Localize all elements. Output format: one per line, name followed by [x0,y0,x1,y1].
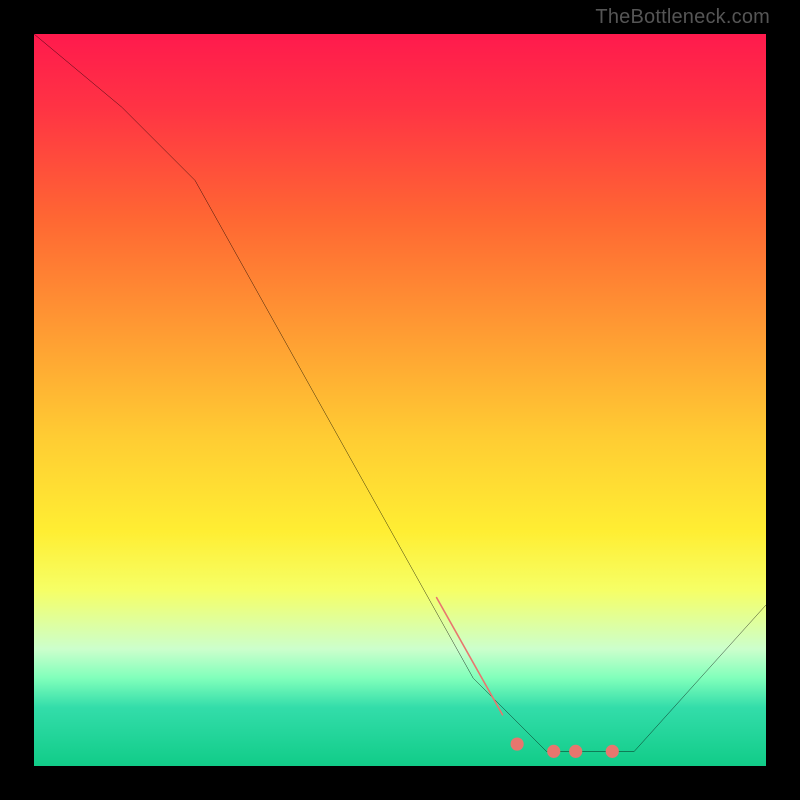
dot [547,745,560,758]
dots-group [511,737,619,757]
chart-stage: TheBottleneck.com [0,0,800,800]
watermark-text: TheBottleneck.com [595,6,770,29]
chart-frame [30,30,770,770]
dot [511,737,524,750]
dot [569,745,582,758]
dot [606,745,619,758]
main-curve-path [34,34,766,751]
highlight-segment-path [437,598,503,715]
chart-svg [34,34,766,766]
